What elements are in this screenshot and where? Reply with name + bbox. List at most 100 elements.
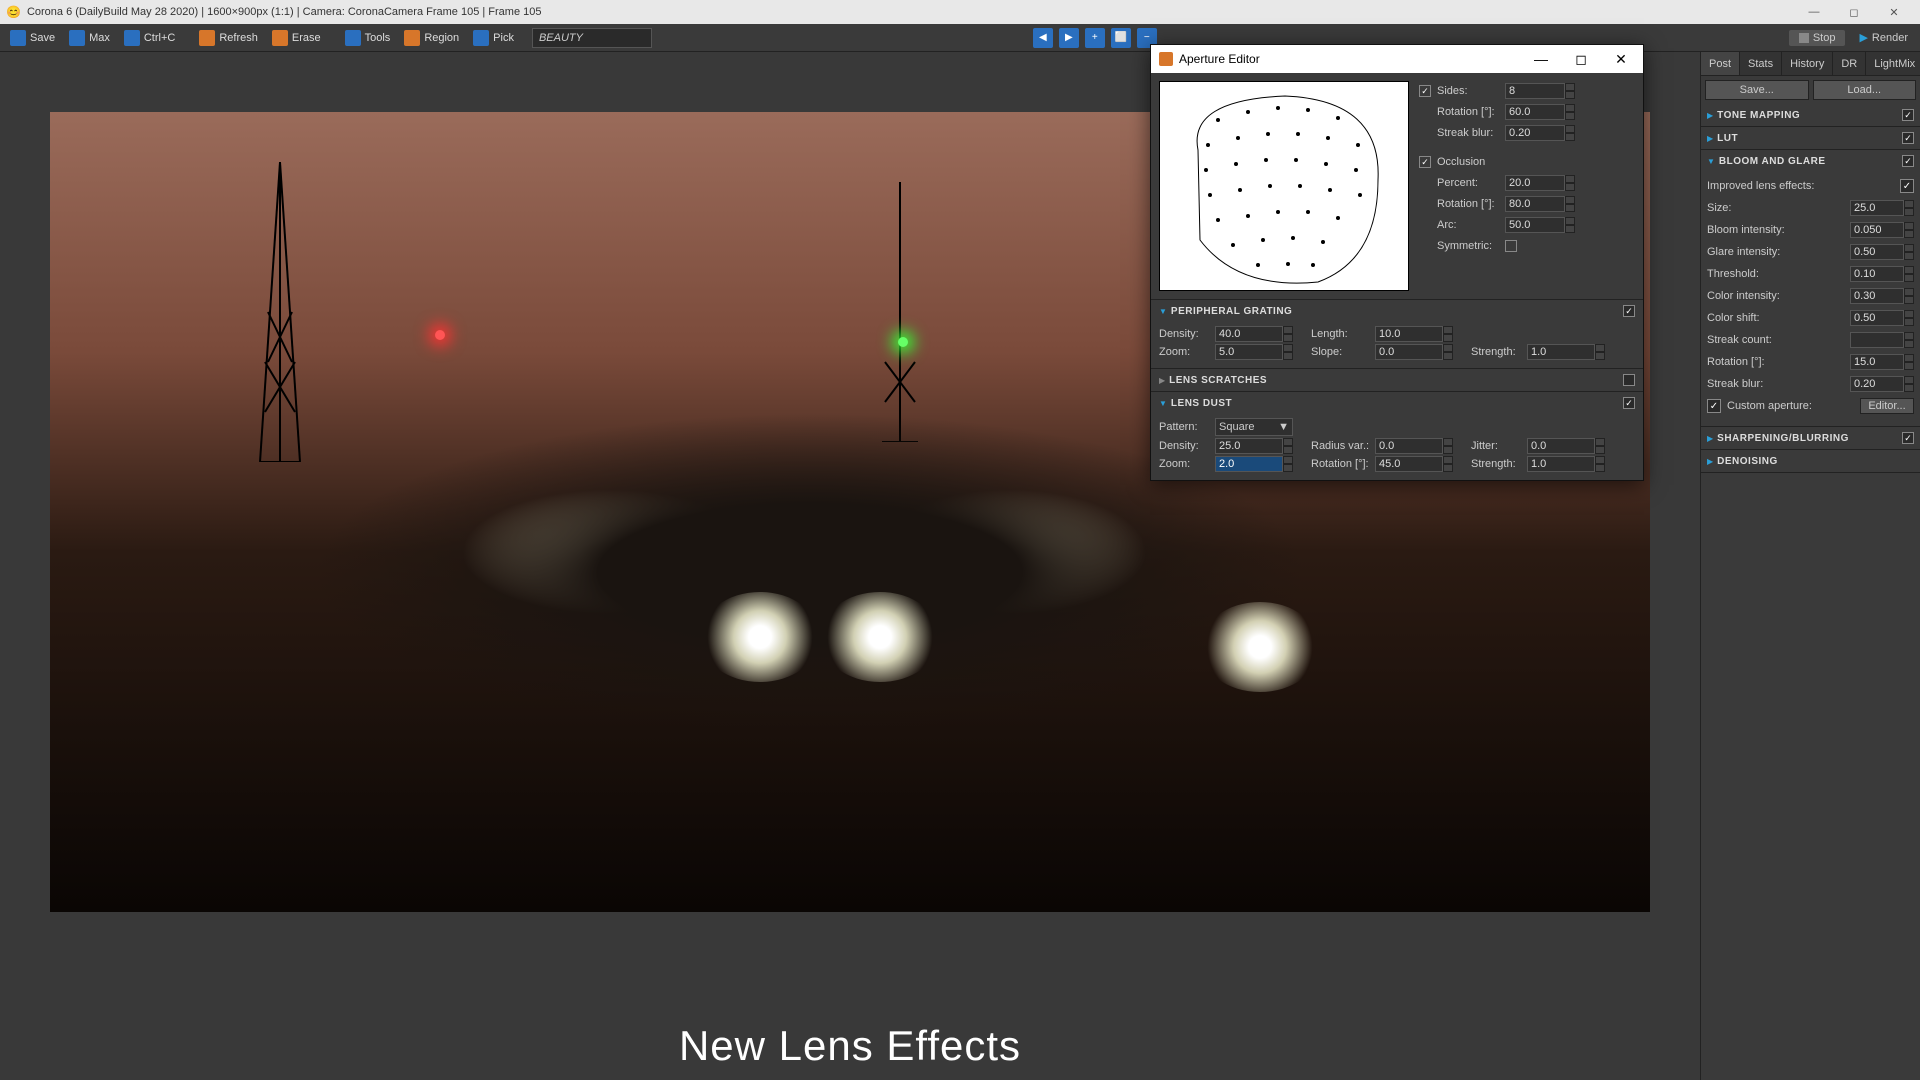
grating-length-input[interactable]: 10.0 (1375, 326, 1443, 342)
ctrlc-button[interactable]: Ctrl+C (118, 28, 181, 48)
tab-stats[interactable]: Stats (1740, 52, 1782, 75)
rotation-label: Rotation [°]: (1437, 106, 1505, 118)
zoom-fit-button[interactable]: ⬜ (1111, 28, 1131, 48)
refresh-button[interactable]: Refresh (193, 28, 264, 48)
stop-button[interactable]: Stop (1789, 30, 1846, 46)
section-lens-dust[interactable]: ▼LENS DUST✓ (1151, 392, 1643, 414)
grating-strength-input[interactable]: 1.0 (1527, 344, 1595, 360)
streak-count-input[interactable] (1850, 332, 1904, 348)
threshold-spinner[interactable] (1904, 266, 1914, 282)
grating-length-spinner[interactable] (1443, 326, 1453, 342)
section-peripheral-grating[interactable]: ▼PERIPHERAL GRATING✓ (1151, 300, 1643, 322)
dust-zoom-input[interactable]: 2.0 (1215, 456, 1283, 472)
streak-blur-input[interactable]: 0.20 (1850, 376, 1904, 392)
custom-aperture-checkbox[interactable]: ✓ (1707, 399, 1721, 413)
nav-prev-button[interactable]: ◀ (1033, 28, 1053, 48)
rotation-input[interactable]: 60.0 (1505, 104, 1565, 120)
rotation2-spinner[interactable] (1565, 196, 1575, 212)
tools-button[interactable]: Tools (339, 28, 397, 48)
tab-lightmix[interactable]: LightMix (1866, 52, 1920, 75)
dust-strength-spinner[interactable] (1595, 456, 1605, 472)
grating-slope-spinner[interactable] (1443, 344, 1453, 360)
section-sharpening[interactable]: ▶SHARPENING/BLURRING✓ (1701, 427, 1920, 449)
scratches-checkbox[interactable] (1623, 374, 1635, 386)
color-shift-input[interactable]: 0.50 (1850, 310, 1904, 326)
pass-dropdown[interactable]: BEAUTY (532, 28, 652, 48)
tab-post[interactable]: Post (1701, 52, 1740, 75)
blur-spinner[interactable] (1904, 376, 1914, 392)
sides-checkbox[interactable]: ✓ (1419, 85, 1431, 97)
size-input[interactable]: 25.0 (1850, 200, 1904, 216)
region-button[interactable]: Region (398, 28, 465, 48)
aperture-editor-button[interactable]: Editor... (1860, 398, 1914, 414)
section-lut[interactable]: ▶LUT✓ (1701, 127, 1920, 149)
tab-dr[interactable]: DR (1833, 52, 1866, 75)
percent-spinner[interactable] (1565, 175, 1575, 191)
bloom-spinner[interactable] (1904, 222, 1914, 238)
blur-spinner[interactable] (1565, 125, 1575, 141)
dust-jitter-input[interactable]: 0.0 (1527, 438, 1595, 454)
section-bloom-glare[interactable]: ▼BLOOM AND GLARE✓ (1701, 150, 1920, 172)
rot-spinner[interactable] (1904, 354, 1914, 370)
dust-radvar-input[interactable]: 0.0 (1375, 438, 1443, 454)
dust-rotation-spinner[interactable] (1443, 456, 1453, 472)
colint-spinner[interactable] (1904, 288, 1914, 304)
glare-spinner[interactable] (1904, 244, 1914, 260)
grating-zoom-input[interactable]: 5.0 (1215, 344, 1283, 360)
dialog-maximize-button[interactable]: ◻ (1561, 45, 1601, 73)
nav-next-button[interactable]: ▶ (1059, 28, 1079, 48)
load-preset-button[interactable]: Load... (1813, 80, 1917, 100)
minimize-button[interactable]: — (1794, 0, 1834, 24)
section-lens-scratches[interactable]: ▶LENS SCRATCHES (1151, 369, 1643, 391)
save-preset-button[interactable]: Save... (1705, 80, 1809, 100)
threshold-input[interactable]: 0.10 (1850, 266, 1904, 282)
sides-input[interactable]: 8 (1505, 83, 1565, 99)
dust-rotation-input[interactable]: 45.0 (1375, 456, 1443, 472)
arc-input[interactable]: 50.0 (1505, 217, 1565, 233)
grating-density-spinner[interactable] (1283, 326, 1293, 342)
zoom-in-button[interactable]: + (1085, 28, 1105, 48)
bloom-intensity-label: Bloom intensity: (1707, 224, 1850, 236)
occlusion-checkbox[interactable]: ✓ (1419, 156, 1431, 168)
grating-zoom-spinner[interactable] (1283, 344, 1293, 360)
erase-button[interactable]: Erase (266, 28, 327, 48)
sides-spinner[interactable] (1565, 83, 1575, 99)
dialog-titlebar[interactable]: Aperture Editor — ◻ ✕ (1151, 45, 1643, 73)
rotation-spinner[interactable] (1565, 104, 1575, 120)
dust-density-label: Density: (1159, 440, 1215, 452)
symmetric-checkbox[interactable] (1505, 240, 1517, 252)
rotation-input[interactable]: 15.0 (1850, 354, 1904, 370)
render-button[interactable]: ▶Render (1851, 29, 1916, 46)
dialog-minimize-button[interactable]: — (1521, 45, 1561, 73)
dust-pattern-select[interactable]: Square▼ (1215, 418, 1293, 436)
close-button[interactable]: ✕ (1874, 0, 1914, 24)
dust-jitter-spinner[interactable] (1595, 438, 1605, 454)
section-denoising[interactable]: ▶DENOISING (1701, 450, 1920, 472)
dust-zoom-spinner[interactable] (1283, 456, 1293, 472)
pick-button[interactable]: Pick (467, 28, 520, 48)
grating-strength-spinner[interactable] (1595, 344, 1605, 360)
percent-input[interactable]: 20.0 (1505, 175, 1565, 191)
arc-spinner[interactable] (1565, 217, 1575, 233)
dust-strength-input[interactable]: 1.0 (1527, 456, 1595, 472)
color-intensity-input[interactable]: 0.30 (1850, 288, 1904, 304)
streak-spinner[interactable] (1904, 332, 1914, 348)
dust-radvar-spinner[interactable] (1443, 438, 1453, 454)
grating-slope-input[interactable]: 0.0 (1375, 344, 1443, 360)
streak-blur-input[interactable]: 0.20 (1505, 125, 1565, 141)
section-tone-mapping[interactable]: ▶TONE MAPPING✓ (1701, 104, 1920, 126)
maximize-button[interactable]: ◻ (1834, 0, 1874, 24)
glare-intensity-input[interactable]: 0.50 (1850, 244, 1904, 260)
save-button[interactable]: Save (4, 28, 61, 48)
rotation2-input[interactable]: 80.0 (1505, 196, 1565, 212)
dialog-close-button[interactable]: ✕ (1601, 45, 1641, 73)
grating-density-input[interactable]: 40.0 (1215, 326, 1283, 342)
bloom-intensity-input[interactable]: 0.050 (1850, 222, 1904, 238)
max-button[interactable]: Max (63, 28, 116, 48)
improved-lens-checkbox[interactable]: ✓ (1900, 179, 1914, 193)
dust-density-spinner[interactable] (1283, 438, 1293, 454)
dust-density-input[interactable]: 25.0 (1215, 438, 1283, 454)
tab-history[interactable]: History (1782, 52, 1833, 75)
size-spinner[interactable] (1904, 200, 1914, 216)
colshift-spinner[interactable] (1904, 310, 1914, 326)
